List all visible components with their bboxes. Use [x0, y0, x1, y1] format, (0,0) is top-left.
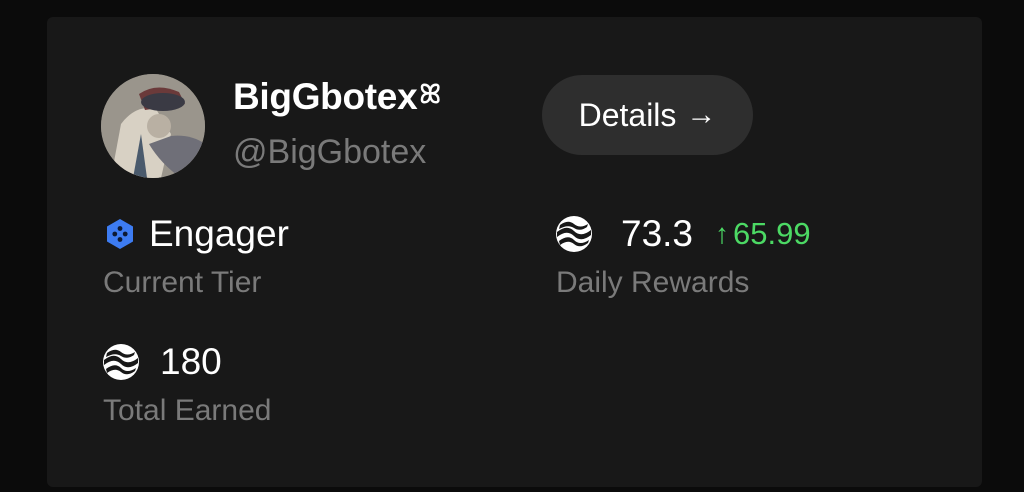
user-handle: @BigGbotex [233, 133, 427, 171]
avatar-image [101, 74, 205, 178]
name-glyph: ꕤ [419, 79, 441, 109]
total-earned-row: 180 [102, 341, 222, 383]
details-button[interactable]: Details → [542, 75, 753, 155]
tier-hexagon-icon [107, 219, 133, 249]
tier-row: Engager [105, 213, 289, 255]
display-name-text: BigGbotex [233, 76, 418, 117]
tier-value: Engager [149, 213, 289, 254]
total-earned-value: 180 [160, 341, 222, 382]
daily-rewards-value: 73.3 [621, 213, 694, 254]
daily-rewards-change: ↑ 65.99 [715, 216, 811, 252]
daily-rewards-row: 73.3 ↑ 65.99 [555, 213, 811, 255]
token-logo-icon [556, 216, 592, 252]
tier-label: Current Tier [103, 266, 262, 299]
display-name: BigGbotexꕤ [233, 76, 441, 118]
arrow-up-icon: ↑ [715, 218, 730, 249]
daily-rewards-change-value: 65.99 [733, 216, 811, 251]
avatar[interactable] [101, 74, 205, 178]
arrow-right-icon: → [686, 98, 717, 131]
daily-rewards-label: Daily Rewards [556, 266, 750, 299]
token-logo-icon [103, 344, 139, 380]
details-button-label: Details [578, 96, 677, 133]
total-earned-label: Total Earned [103, 394, 272, 427]
